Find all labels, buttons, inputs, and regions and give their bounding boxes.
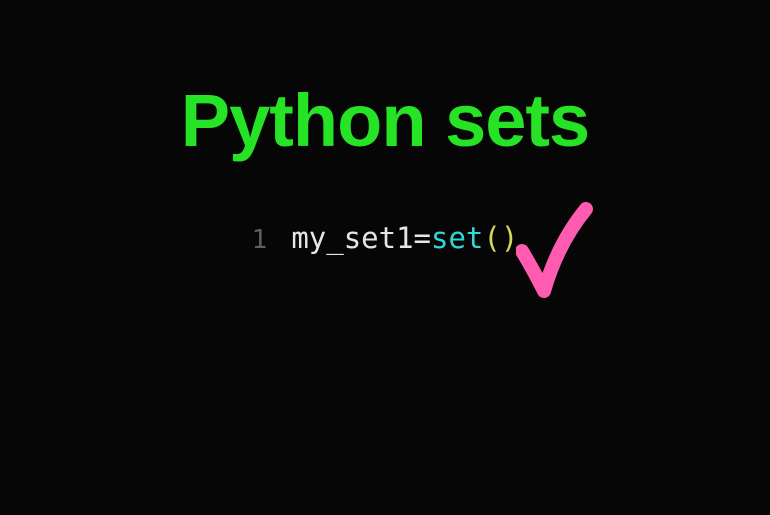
code-token-function: set <box>431 221 483 255</box>
code-token-operator: = <box>414 221 431 255</box>
page-title: Python sets <box>181 78 589 163</box>
code-token-paren-open: ( <box>483 221 500 255</box>
line-number-gutter: 1 <box>252 225 268 255</box>
code-line: 1 my_set1 = set ( ) <box>252 221 519 255</box>
code-token-variable: my_set1 <box>291 221 413 255</box>
code-block: 1 my_set1 = set ( ) <box>252 221 519 255</box>
checkmark-icon <box>516 199 596 309</box>
